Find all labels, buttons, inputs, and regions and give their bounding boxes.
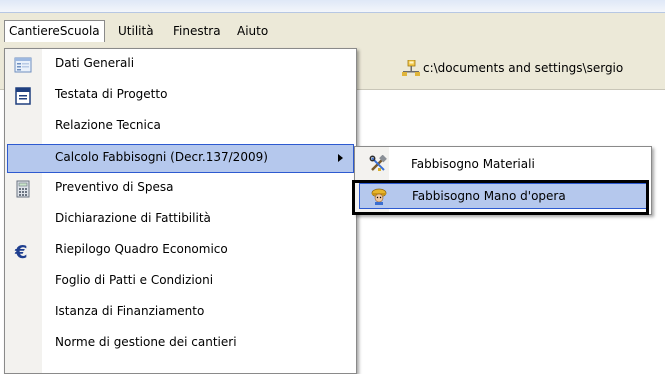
calculator-icon [16, 180, 30, 198]
menu-item-preventivo-di-spesa[interactable]: Preventivo di Spesa [5, 173, 356, 204]
menu-item-testata-di-progetto[interactable]: Testata di Progetto [5, 80, 356, 111]
menu-cantierescuola[interactable]: CantiereScuola [4, 20, 105, 42]
menu-label: Utilità [118, 24, 154, 38]
menu-aiuto[interactable]: Aiuto [232, 21, 273, 41]
menu-label: CantiereScuola [9, 24, 100, 38]
submenu-item-fabbisogno-materiali[interactable]: Fabbisogno Materiali [355, 149, 651, 180]
menubar: CantiereScuola Utilità Finestra Aiuto [0, 13, 665, 47]
tools-icon [369, 155, 387, 171]
menu-item-label: Riepilogo Quadro Economico [55, 242, 228, 256]
menu-label: Aiuto [237, 24, 269, 38]
menu-finestra[interactable]: Finestra [168, 21, 226, 41]
highlight-callout-box [352, 180, 649, 215]
window-title-strip [0, 0, 665, 13]
menu-item-label: Foglio di Patti e Condizioni [55, 273, 214, 287]
menu-item-istanza-di-finanziamento[interactable]: Istanza di Finanziamento [5, 297, 356, 328]
menu-item-label: Dati Generali [55, 56, 135, 70]
cantierescuola-dropdown-menu: Dati Generali Testata di Progetto Relazi… [4, 48, 357, 374]
menu-item-riepilogo-quadro-economico[interactable]: € Riepilogo Quadro Economico [5, 235, 356, 266]
menu-item-label: Norme di gestione dei cantieri [55, 335, 237, 349]
menu-item-label: Testata di Progetto [55, 87, 168, 101]
menu-item-norme-di-gestione[interactable]: Norme di gestione dei cantieri [5, 328, 356, 359]
menu-item-foglio-di-patti[interactable]: Foglio di Patti e Condizioni [5, 266, 356, 297]
menu-item-label: Calcolo Fabbisogni (Decr.137/2009) [55, 150, 268, 164]
menu-utilita[interactable]: Utilità [113, 21, 159, 41]
path-text: c:\documents and settings\sergio [423, 61, 624, 75]
menu-label: Finestra [173, 24, 221, 38]
menu-item-relazione-tecnica[interactable]: Relazione Tecnica [5, 111, 356, 142]
form-icon [14, 57, 32, 73]
document-icon [15, 87, 31, 105]
submenu-arrow-icon [338, 154, 343, 162]
menu-item-label: Dichiarazione di Fattibilità [55, 211, 211, 225]
menu-item-label: Preventivo di Spesa [55, 180, 174, 194]
network-folder-icon [402, 60, 420, 76]
menu-item-dichiarazione-di-fattibilita[interactable]: Dichiarazione di Fattibilità [5, 204, 356, 235]
menu-item-dati-generali[interactable]: Dati Generali [5, 49, 356, 80]
menu-item-label: Istanza di Finanziamento [55, 304, 205, 318]
menu-item-label: Relazione Tecnica [55, 118, 161, 132]
euro-icon: € [14, 242, 28, 260]
submenu-item-label: Fabbisogno Materiali [411, 157, 535, 171]
menu-item-calcolo-fabbisogni[interactable]: Calcolo Fabbisogni (Decr.137/2009) [7, 144, 354, 173]
svg-text:€: € [14, 242, 28, 260]
